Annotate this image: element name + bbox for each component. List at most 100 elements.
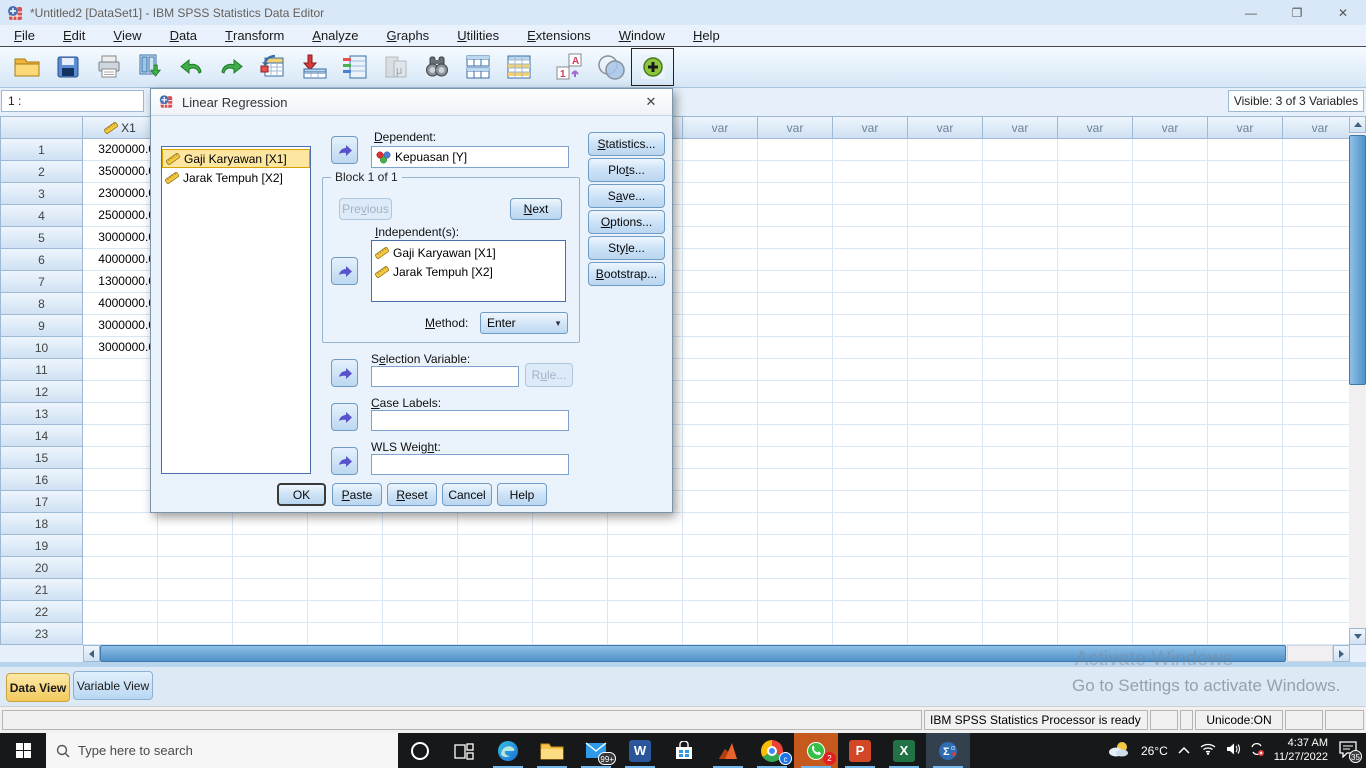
find-icon[interactable] [416, 49, 457, 85]
data-cell[interactable] [308, 623, 383, 645]
spss-taskbar-icon[interactable]: Σα [926, 733, 970, 768]
data-cell[interactable] [683, 381, 758, 403]
data-cell[interactable] [833, 381, 908, 403]
data-cell[interactable] [1283, 271, 1349, 293]
data-cell[interactable] [1208, 557, 1283, 579]
row-header[interactable]: 7 [0, 271, 83, 293]
column-header-var[interactable]: var [1133, 116, 1208, 139]
file-explorer-icon[interactable] [530, 733, 574, 768]
data-cell[interactable] [1208, 469, 1283, 491]
data-cell[interactable] [683, 359, 758, 381]
data-cell[interactable] [1283, 139, 1349, 161]
data-cell[interactable]: 4000000.0 [83, 293, 158, 315]
data-cell[interactable] [1283, 249, 1349, 271]
data-cell[interactable] [908, 315, 983, 337]
data-cell[interactable] [683, 139, 758, 161]
data-cell[interactable] [983, 425, 1058, 447]
data-cell[interactable] [683, 601, 758, 623]
start-button[interactable] [0, 733, 46, 768]
data-cell[interactable] [1208, 315, 1283, 337]
scroll-up-icon[interactable] [1349, 116, 1366, 133]
data-cell[interactable] [83, 513, 158, 535]
row-header[interactable]: 10 [0, 337, 83, 359]
task-view-icon[interactable] [442, 733, 486, 768]
data-cell[interactable] [1133, 161, 1208, 183]
open-data-icon[interactable] [6, 49, 47, 85]
data-cell[interactable] [1133, 535, 1208, 557]
data-cell[interactable] [1208, 601, 1283, 623]
data-cell[interactable] [383, 535, 458, 557]
clock[interactable]: 4:37 AM11/27/2022 [1274, 737, 1328, 765]
data-cell[interactable] [533, 535, 608, 557]
data-cell[interactable] [1208, 491, 1283, 513]
data-cell[interactable] [983, 579, 1058, 601]
column-header-x1[interactable]: X1 [83, 116, 158, 139]
menu-edit[interactable]: Edit [49, 25, 99, 46]
data-cell[interactable] [758, 381, 833, 403]
split-file-icon[interactable] [457, 49, 498, 85]
data-cell[interactable] [1208, 579, 1283, 601]
data-cell[interactable] [983, 205, 1058, 227]
data-cell[interactable] [1133, 513, 1208, 535]
row-header[interactable]: 5 [0, 227, 83, 249]
data-cell[interactable] [1208, 183, 1283, 205]
data-cell[interactable] [1283, 183, 1349, 205]
options-button[interactable]: Options... [588, 210, 665, 234]
data-cell[interactable] [1058, 557, 1133, 579]
scroll-right-icon[interactable] [1333, 645, 1350, 662]
data-cell[interactable] [83, 579, 158, 601]
data-cell[interactable] [758, 469, 833, 491]
data-cell[interactable] [983, 315, 1058, 337]
taskbar-search[interactable]: Type here to search [46, 733, 398, 768]
data-cell[interactable] [1283, 535, 1349, 557]
data-cell[interactable] [683, 271, 758, 293]
menu-utilities[interactable]: Utilities [443, 25, 513, 46]
data-cell[interactable] [683, 469, 758, 491]
data-cell[interactable] [1058, 337, 1133, 359]
data-cell[interactable] [758, 579, 833, 601]
data-cell[interactable] [683, 513, 758, 535]
sync-error-icon[interactable] [1250, 742, 1264, 759]
data-cell[interactable] [833, 601, 908, 623]
value-labels-icon[interactable]: A1 [549, 49, 590, 85]
data-cell[interactable] [1058, 513, 1133, 535]
data-cell[interactable] [758, 359, 833, 381]
row-header[interactable]: 6 [0, 249, 83, 271]
data-cell[interactable] [908, 337, 983, 359]
data-cell[interactable] [908, 447, 983, 469]
horizontal-scroll-track[interactable] [1287, 645, 1333, 662]
bootstrap-button[interactable]: Bootstrap... [588, 262, 665, 286]
data-cell[interactable] [1283, 623, 1349, 645]
data-cell[interactable] [233, 513, 308, 535]
column-header-var[interactable]: var [983, 116, 1058, 139]
data-cell[interactable] [983, 161, 1058, 183]
data-cell[interactable] [833, 139, 908, 161]
data-cell[interactable] [608, 557, 683, 579]
data-cell[interactable] [1283, 315, 1349, 337]
data-cell[interactable] [983, 337, 1058, 359]
row-header[interactable]: 17 [0, 491, 83, 513]
data-cell[interactable] [758, 425, 833, 447]
data-cell[interactable] [1058, 271, 1133, 293]
data-cell[interactable] [1133, 337, 1208, 359]
data-cell[interactable] [1058, 315, 1133, 337]
chrome-icon[interactable]: c [750, 733, 794, 768]
data-cell[interactable] [1133, 601, 1208, 623]
data-cell[interactable] [683, 403, 758, 425]
vertical-scrollbar[interactable] [1349, 116, 1366, 645]
data-cell[interactable] [983, 381, 1058, 403]
data-cell[interactable] [833, 315, 908, 337]
row-header[interactable]: 11 [0, 359, 83, 381]
data-cell[interactable] [1208, 161, 1283, 183]
data-cell[interactable] [1208, 293, 1283, 315]
data-cell[interactable] [833, 491, 908, 513]
row-header[interactable]: 21 [0, 579, 83, 601]
data-cell[interactable] [833, 227, 908, 249]
data-cell[interactable] [833, 359, 908, 381]
data-cell[interactable] [83, 425, 158, 447]
notifications-icon[interactable]: 35 [1338, 740, 1358, 761]
data-cell[interactable] [833, 425, 908, 447]
data-cell[interactable] [458, 579, 533, 601]
data-cell[interactable] [908, 557, 983, 579]
row-header[interactable]: 3 [0, 183, 83, 205]
